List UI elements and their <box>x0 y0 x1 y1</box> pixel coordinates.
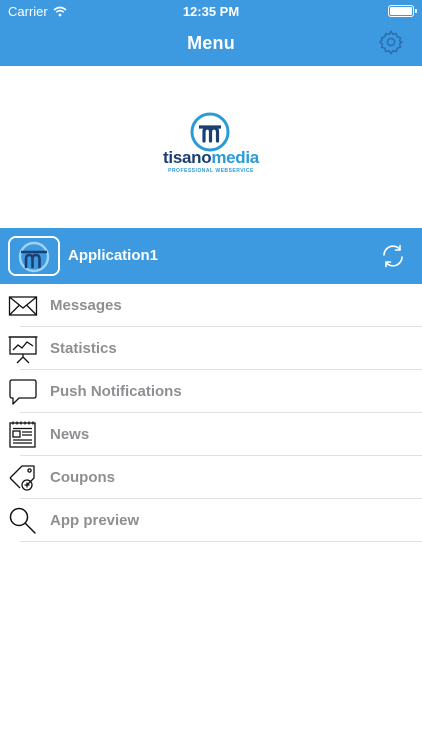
battery-icon <box>388 5 417 17</box>
menu-item-label: Statistics <box>50 340 117 357</box>
presentation-chart-icon <box>8 336 38 364</box>
menu-item-news[interactable]: News <box>0 413 422 456</box>
menu-item-app-preview[interactable]: App preview <box>0 499 422 542</box>
status-bar: Carrier 12:35 PM <box>0 0 422 22</box>
magnifier-icon <box>9 507 36 534</box>
tisano-media-logo: tisanomedia PROFESSIONAL WEBSERVICE <box>160 112 262 182</box>
newspaper-icon <box>9 421 36 448</box>
app-name: Application1 <box>68 247 159 264</box>
logo-wordmark: tisanomedia <box>160 148 262 168</box>
menu-item-label: Push Notifications <box>50 383 182 400</box>
menu-item-messages[interactable]: Messages <box>0 284 422 327</box>
refresh-icon <box>383 244 403 268</box>
logo-mark-icon <box>190 112 230 152</box>
page-title: Menu <box>187 33 235 53</box>
top-bar: Carrier 12:35 PM Menu <box>0 0 422 66</box>
menu-item-statistics[interactable]: Statistics <box>0 327 422 370</box>
menu-item-label: News <box>50 426 90 443</box>
app-logo-icon <box>10 238 58 274</box>
clock: 12:35 PM <box>182 4 240 19</box>
menu-item-push-notifications[interactable]: Push Notifications <box>0 370 422 413</box>
menu-list: Messages Statistics Push Notifications N… <box>0 284 422 542</box>
tag-plus-icon <box>9 465 35 491</box>
envelope-icon <box>8 296 38 316</box>
logo-area: tisanomedia PROFESSIONAL WEBSERVICE <box>0 66 422 228</box>
speech-bubble-icon <box>9 379 37 405</box>
gear-icon <box>378 30 404 55</box>
refresh-button[interactable] <box>380 243 406 269</box>
logo-tagline: PROFESSIONAL WEBSERVICE <box>168 168 254 174</box>
app-icon <box>8 236 60 276</box>
settings-button[interactable] <box>378 29 404 55</box>
menu-item-label: Coupons <box>50 469 115 486</box>
logo-wordmark-part1: tisano <box>163 148 212 167</box>
menu-item-coupons[interactable]: Coupons <box>0 456 422 499</box>
app-selector[interactable]: Application1 <box>0 228 422 284</box>
menu-item-label: App preview <box>50 512 140 529</box>
logo-wordmark-part2: media <box>211 148 259 167</box>
menu-item-label: Messages <box>50 297 122 314</box>
